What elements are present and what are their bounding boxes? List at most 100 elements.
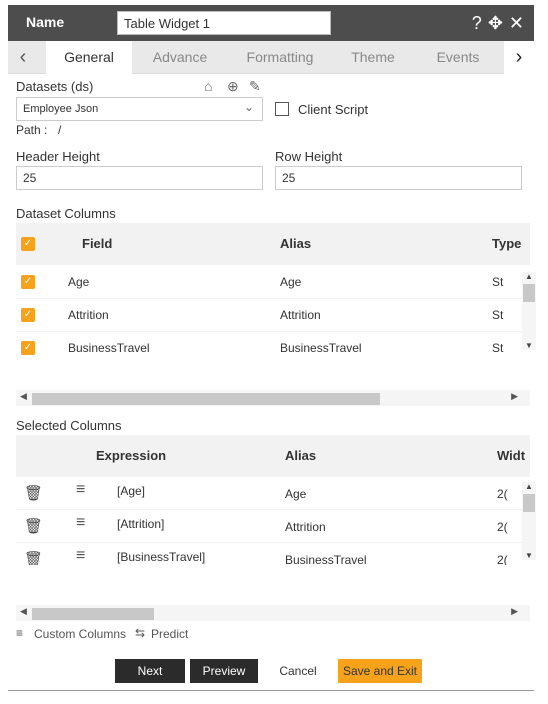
row-height-label: Row Height (275, 149, 343, 164)
drag-handle-icon[interactable]: ≡ (76, 547, 85, 565)
custom-columns-link[interactable]: Custom Columns (34, 627, 126, 641)
chevron-down-icon: ⌄ (243, 100, 254, 114)
row-width: 2( (497, 487, 508, 501)
trash-icon[interactable]: 🗑 (24, 484, 43, 502)
scroll-up-icon[interactable]: ▲ (522, 272, 536, 281)
trash-icon[interactable]: 🗑 (24, 550, 43, 565)
move-icon[interactable]: ✥ (488, 11, 503, 35)
scroll-down-icon[interactable]: ▼ (522, 551, 536, 560)
scroll-up-icon[interactable]: ▲ (522, 482, 536, 491)
tab-events[interactable]: Events (426, 41, 490, 74)
scroll-right-icon[interactable]: ▶ (511, 606, 518, 617)
client-script-checkbox[interactable] (275, 102, 289, 116)
scrollbar-thumb[interactable] (523, 284, 535, 302)
table-row[interactable]: ✓ Attrition Attrition St (16, 299, 530, 332)
row-height-input[interactable] (275, 166, 522, 190)
row-alias: BusinessTravel (280, 341, 362, 355)
row-width: 2( (497, 520, 508, 534)
title-bar: Name ? ✥ ✕ (8, 5, 534, 41)
row-alias: Attrition (280, 308, 321, 322)
path-label: Path : (16, 123, 48, 137)
tab-general[interactable]: General (46, 41, 132, 74)
table-row[interactable]: ✓ Age Age St (16, 266, 530, 299)
tab-bar: ‹ General Advance Formatting Theme Event… (8, 41, 534, 74)
predict-link[interactable]: Predict (151, 627, 188, 641)
header-height-input[interactable] (16, 166, 263, 190)
scroll-left-icon[interactable]: ◀ (20, 606, 27, 617)
row-checkbox[interactable]: ✓ (21, 308, 35, 322)
row-alias: Attrition (285, 520, 326, 534)
tab-advance[interactable]: Advance (138, 41, 222, 74)
selected-columns-vscroll[interactable]: ▲ ▼ (522, 482, 536, 560)
scroll-right-icon[interactable]: ▶ (511, 391, 518, 402)
add-icon[interactable]: ⊕ (227, 78, 239, 95)
row-expression: [Age] (117, 484, 146, 498)
cancel-button[interactable]: Cancel (264, 659, 332, 683)
header-height-label: Header Height (16, 149, 100, 164)
help-icon[interactable]: ? (472, 11, 482, 35)
row-expression: [Attrition] (117, 517, 165, 531)
alias-header: Alias (285, 448, 317, 463)
scrollbar-thumb[interactable] (32, 608, 154, 620)
tab-scroll-left-icon[interactable]: ‹ (8, 41, 38, 74)
path-value: / (58, 123, 62, 137)
save-and-exit-button[interactable]: Save and Exit (338, 659, 422, 683)
edit-icon[interactable]: ✎ (249, 78, 261, 95)
row-type: St (492, 341, 504, 355)
row-field: Attrition (68, 308, 109, 322)
row-checkbox[interactable]: ✓ (21, 341, 35, 355)
scroll-left-icon[interactable]: ◀ (20, 391, 27, 402)
row-type: St (492, 275, 504, 289)
selected-columns-title: Selected Columns (16, 418, 122, 433)
selected-columns-hscroll[interactable]: ◀ ▶ (16, 605, 530, 621)
next-button[interactable]: Next (115, 659, 185, 683)
table-row[interactable]: 🗑 ≡ [Age] Age 2( (16, 477, 530, 510)
trash-icon[interactable]: 🗑 (24, 517, 43, 535)
preview-button[interactable]: Preview (190, 659, 258, 683)
row-type: St (492, 308, 504, 322)
row-expression: [BusinessTravel] (117, 550, 206, 564)
tab-theme[interactable]: Theme (338, 41, 408, 74)
dataset-columns-header: ✓ Field Alias Type (16, 223, 530, 265)
dataset-select-value: Employee Json (23, 103, 99, 115)
row-alias: Age (285, 487, 307, 501)
dataset-columns-vscroll[interactable]: ▲ ▼ (522, 272, 536, 350)
scroll-down-icon[interactable]: ▼ (522, 341, 536, 350)
tab-formatting[interactable]: Formatting (232, 41, 328, 74)
field-header: Field (82, 236, 113, 251)
selected-columns-header: Expression Alias Widt (16, 435, 530, 477)
swap-icon[interactable]: ⇆ (135, 626, 145, 640)
expression-header: Expression (96, 448, 167, 463)
width-header: Widt (497, 448, 526, 463)
list-icon[interactable]: ≡ (16, 626, 23, 640)
tab-scroll-right-icon[interactable]: › (504, 41, 534, 74)
datasets-label: Datasets (ds) (16, 79, 94, 94)
select-all-checkbox[interactable]: ✓ (21, 237, 35, 251)
scrollbar-thumb[interactable] (523, 494, 535, 512)
home-icon[interactable]: ⌂ (204, 78, 212, 94)
bottom-divider (8, 690, 534, 691)
row-checkbox[interactable]: ✓ (21, 275, 35, 289)
row-field: Age (68, 275, 90, 289)
row-alias: Age (280, 275, 302, 289)
selected-columns-grid: Expression Alias Widt 🗑 ≡ [Age] Age 2( 🗑… (16, 435, 530, 565)
table-row[interactable]: 🗑 ≡ [BusinessTravel] BusinessTravel 2( (16, 543, 530, 565)
row-alias: BusinessTravel (285, 553, 367, 565)
dataset-columns-title: Dataset Columns (16, 206, 116, 221)
widget-name-input[interactable] (117, 11, 331, 35)
table-row[interactable]: 🗑 ≡ [Attrition] Attrition 2( (16, 510, 530, 543)
dataset-columns-hscroll[interactable]: ◀ ▶ (16, 390, 530, 406)
title-icons: ? ✥ ✕ (472, 11, 524, 35)
dataset-select[interactable]: Employee Json ⌄ (16, 97, 263, 121)
row-width: 2( (497, 553, 508, 565)
scrollbar-thumb[interactable] (32, 393, 380, 405)
drag-handle-icon[interactable]: ≡ (76, 514, 85, 532)
alias-header: Alias (280, 236, 312, 251)
table-row[interactable]: ✓ BusinessTravel BusinessTravel St (16, 332, 530, 355)
type-header: Type (492, 236, 522, 251)
name-label: Name (26, 14, 65, 30)
client-script-label: Client Script (298, 102, 369, 117)
drag-handle-icon[interactable]: ≡ (76, 481, 85, 499)
close-icon[interactable]: ✕ (509, 11, 524, 35)
dataset-columns-grid: ✓ Field Alias Type ✓ Age Age St ✓ Attrit… (16, 223, 530, 355)
